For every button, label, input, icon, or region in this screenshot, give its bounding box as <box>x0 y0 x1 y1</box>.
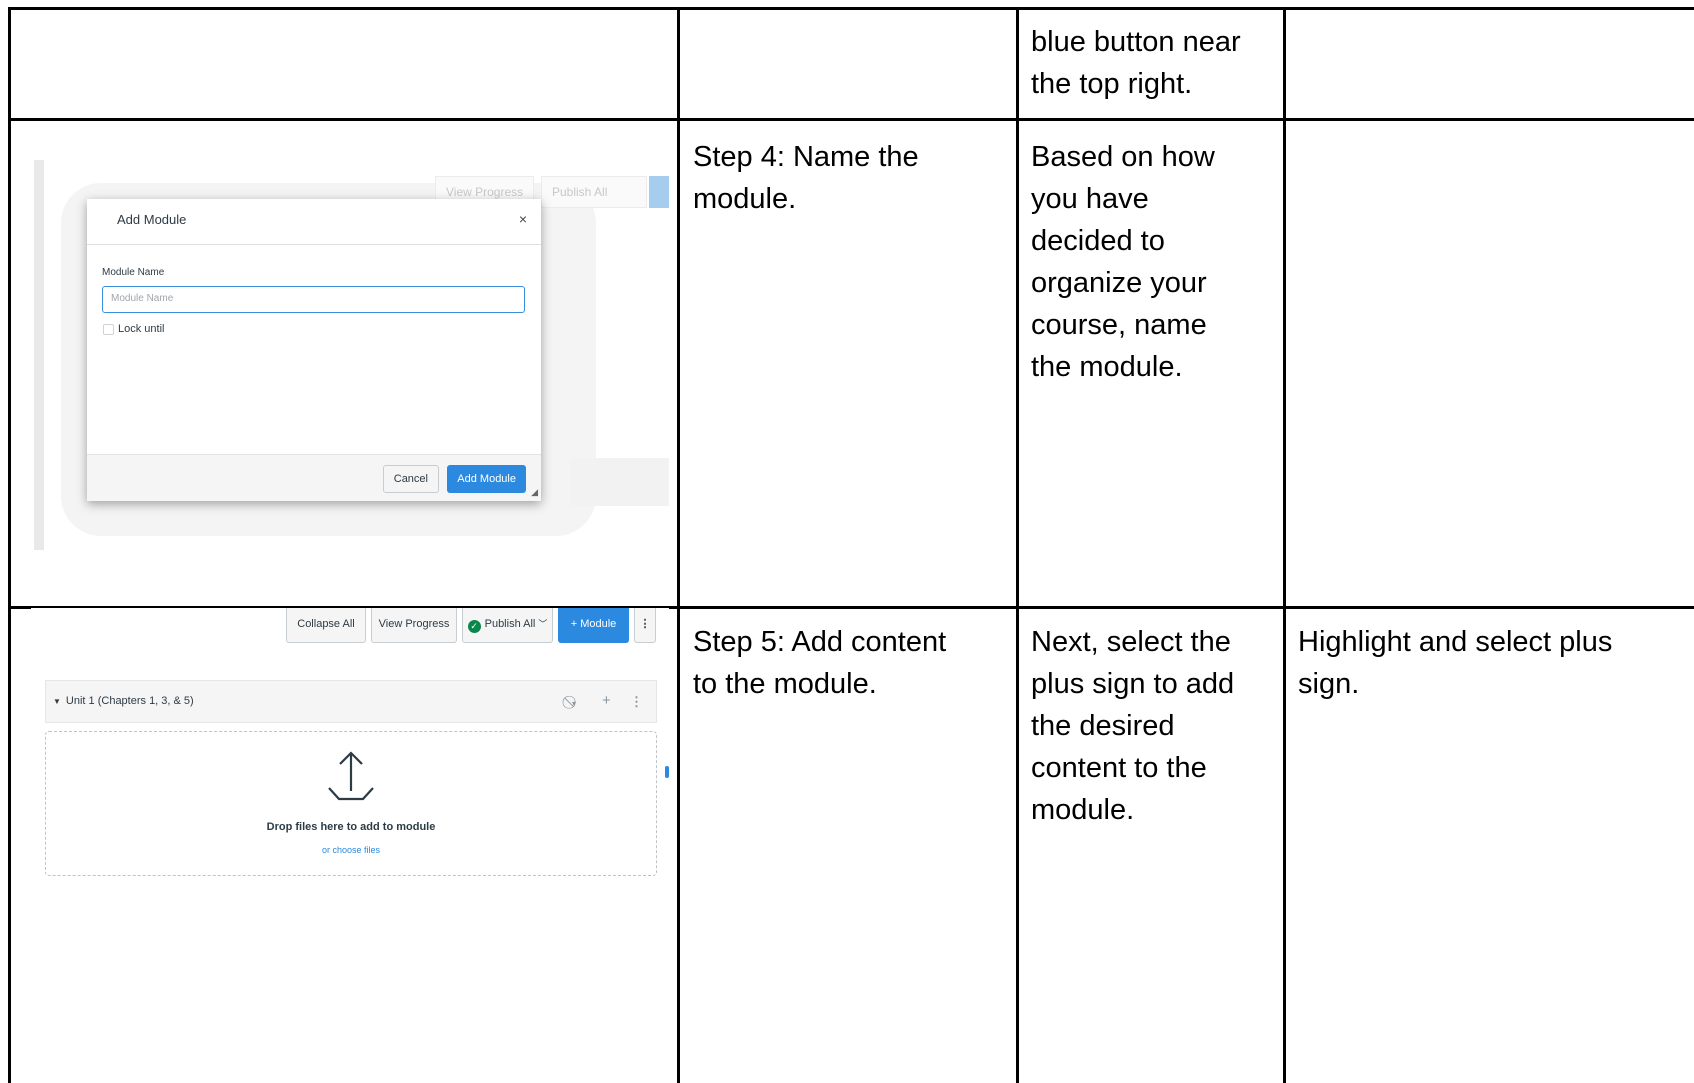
lock-until-checkbox[interactable] <box>103 324 114 335</box>
choose-files-link[interactable]: or choose files <box>46 845 656 855</box>
drop-files-text: Drop files here to add to module <box>266 821 436 833</box>
row3-description: Next, select the plus sign to add the de… <box>1031 626 1235 826</box>
bg-publish-all-label: Publish All <box>552 185 608 199</box>
module-header[interactable]: ▼ Unit 1 (Chapters 1, 3, & 5) ⃠▾ + ⋮ <box>45 680 657 723</box>
view-progress-button[interactable]: View Progress <box>371 608 457 643</box>
close-icon[interactable]: × <box>519 211 527 227</box>
modules-page-screenshot: Collapse All View Progress ✓ Publish All ﹀… <box>31 608 669 908</box>
add-item-plus-icon[interactable]: + <box>602 692 611 709</box>
add-module-screenshot: View Progress Publish All Add Module × M… <box>31 148 669 583</box>
upload-icon <box>328 751 374 801</box>
row1-description: blue button near the top right. <box>1031 26 1241 100</box>
table-border-left <box>8 7 11 1083</box>
cancel-button[interactable]: Cancel <box>382 465 439 493</box>
row2-description: Based on how you have decided to organiz… <box>1031 141 1215 383</box>
add-module-button[interactable]: Add Module <box>447 465 526 493</box>
table-col-divider-2 <box>1016 7 1019 1083</box>
edge-indicator <box>665 766 669 778</box>
dialog-header-divider <box>87 244 541 245</box>
row3-accessibility: Highlight and select plus sign. <box>1298 626 1613 700</box>
module-name-label: Module Name <box>102 267 165 278</box>
dialog-footer: Cancel Add Module ◢ <box>87 454 541 501</box>
publish-all-button[interactable]: ✓ Publish All ﹀ <box>462 608 553 643</box>
table-row-divider-1 <box>8 118 1694 121</box>
dialog-title: Add Module <box>117 212 187 227</box>
module-title: ▼ Unit 1 (Chapters 1, 3, & 5) <box>53 695 194 707</box>
table-col-divider-3 <box>1283 7 1286 1083</box>
add-module-dialog: Add Module × Module Name Module Name Loc… <box>87 199 541 501</box>
caret-down-icon: ▼ <box>53 697 61 706</box>
module-name-input[interactable]: Module Name <box>102 286 525 313</box>
table-col-divider-1 <box>677 7 680 1083</box>
scrollbar-track <box>34 160 44 550</box>
bg-module-panel <box>571 458 669 506</box>
chevron-down-icon: ﹀ <box>538 619 548 629</box>
row3-step: Step 5: Add content to the module. <box>693 626 947 700</box>
lock-until-label: Lock until <box>118 323 165 335</box>
row2-step: Step 4: Name the module. <box>693 141 919 215</box>
resize-grip-icon[interactable]: ◢ <box>531 487 538 498</box>
module-menu-icon[interactable]: ⋮ <box>630 694 643 710</box>
file-drop-zone[interactable]: Drop files here to add to module or choo… <box>45 731 657 876</box>
table-border-top <box>8 7 1694 10</box>
collapse-all-button[interactable]: Collapse All <box>286 608 366 643</box>
unpublished-icon[interactable]: ⃠▾ <box>572 694 576 710</box>
bg-publish-all-button: Publish All <box>541 176 647 208</box>
bg-add-module-button <box>649 176 669 208</box>
more-options-icon[interactable]: ⋮ <box>634 608 656 643</box>
add-module-button[interactable]: + Module <box>558 608 629 643</box>
publish-all-label: Publish All <box>484 618 536 630</box>
published-check-icon: ✓ <box>467 620 481 633</box>
module-title-text: Unit 1 (Chapters 1, 3, & 5) <box>65 695 194 707</box>
